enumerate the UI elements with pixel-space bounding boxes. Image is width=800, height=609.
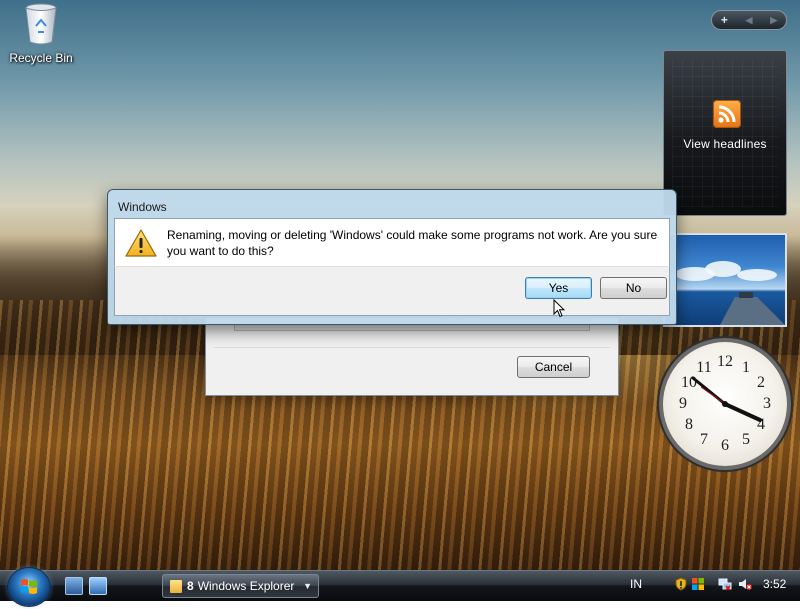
chevron-down-icon: ▼ [303,581,312,591]
desktop-icon-label: Recycle Bin [9,51,73,65]
taskbar-windows-explorer-group[interactable]: 8 Windows Explorer ▼ [162,574,319,598]
windows-start-orb-icon[interactable] [8,568,50,606]
network-icon[interactable] [718,577,732,591]
slideshow-gadget[interactable] [663,233,787,327]
desktop-background: Recycle Bin + ◀ ▶ View headlines 12 1 2 … [0,0,800,570]
taskbar: 8 Windows Explorer ▼ IN 3:52 [0,568,800,606]
no-button[interactable]: No [600,277,667,299]
feed-headlines-gadget[interactable]: View headlines [663,50,787,216]
photo-pier [720,292,785,325]
windows-update-icon[interactable] [691,577,705,591]
dialog-separator [214,347,610,348]
clock-gadget[interactable]: 12 1 2 3 4 5 6 7 8 9 10 11 [663,342,787,466]
dialog-message: Renaming, moving or deleting 'Windows' c… [167,228,658,258]
switch-windows-icon[interactable] [89,577,107,595]
dialog-button-bar: Yes No [114,266,670,316]
folder-icon [170,580,182,593]
cancel-button[interactable]: Cancel [517,356,590,378]
mouse-cursor-icon [553,299,565,318]
clock-hands [691,376,762,422]
yes-button[interactable]: Yes [525,277,592,299]
warning-icon [125,229,157,257]
sidebar-controls: + ◀ ▶ [711,10,787,30]
add-gadget-button[interactable]: + [712,11,737,29]
previous-gadget-page-button[interactable]: ◀ [737,11,762,29]
recycle-bin-icon [25,3,57,45]
next-gadget-page-button[interactable]: ▶ [761,11,786,29]
dialog-body: Renaming, moving or deleting 'Windows' c… [114,218,670,266]
security-warning-icon[interactable] [674,577,688,591]
show-desktop-icon[interactable] [65,577,83,595]
dialog-title: Windows [118,200,167,214]
window-count: 8 [187,579,194,593]
taskbar-button-label: Windows Explorer [197,579,295,593]
rss-icon [713,100,741,128]
gadget-background [672,59,778,207]
file-operation-dialog: Cancel [205,318,619,396]
desktop-icon-recycle-bin[interactable]: Recycle Bin [6,2,76,65]
confirmation-dialog: Windows Renaming, moving or deleting 'Wi… [107,189,677,325]
language-indicator[interactable]: IN [630,577,642,591]
volume-muted-icon[interactable] [738,577,752,591]
view-headlines-label[interactable]: View headlines [664,137,786,151]
clock-time[interactable]: 3:52 [763,577,786,591]
